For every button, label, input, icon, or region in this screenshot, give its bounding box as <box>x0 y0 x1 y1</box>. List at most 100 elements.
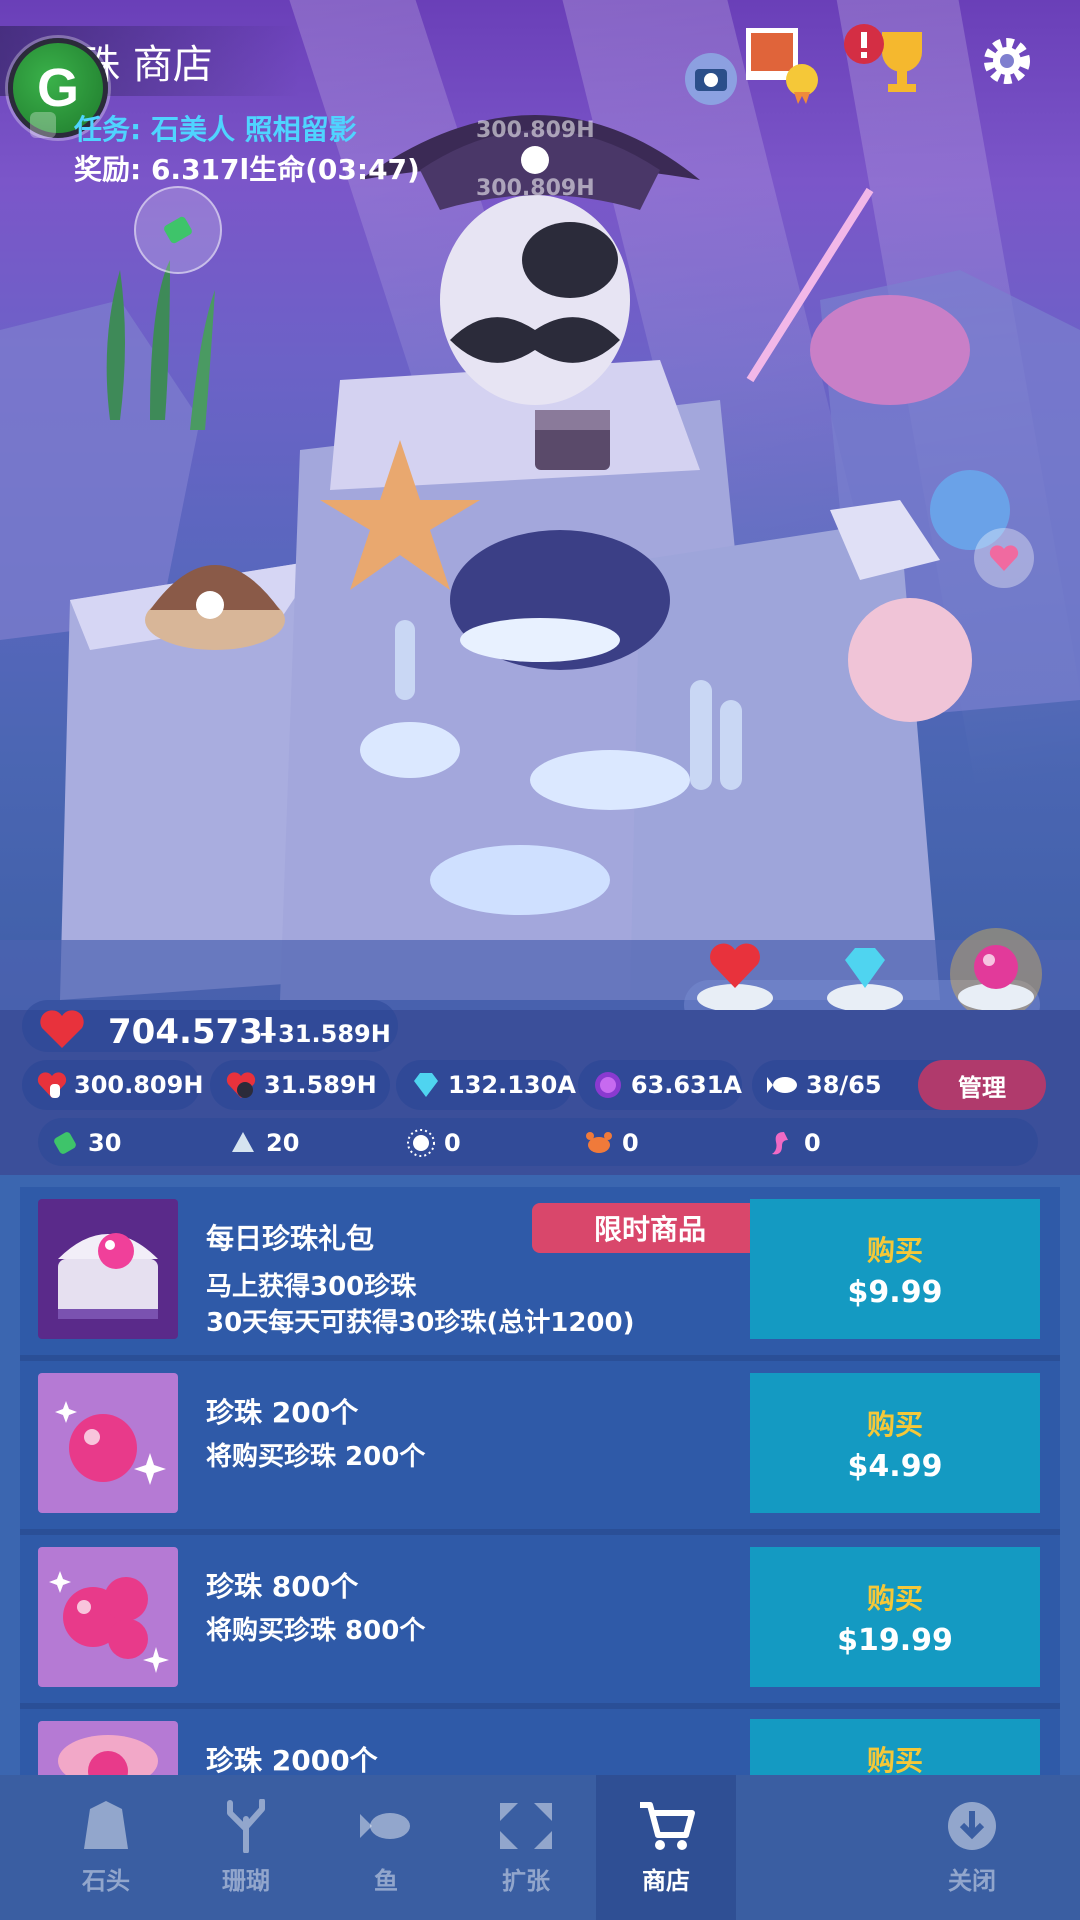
heart-tap-icon <box>36 1068 68 1102</box>
item-name: 珍珠 800个 <box>206 1570 359 1603</box>
diamond-clam-icon <box>827 948 903 1010</box>
rock-icon <box>84 1801 128 1849</box>
shop-list[interactable]: 每日珍珠礼包 限时商品 马上获得300珍珠 30天每天可获得30珍珠(总计120… <box>0 1175 1080 1775</box>
buy-label: 购买 <box>866 1744 923 1775</box>
heart-clam-icon <box>697 943 773 1010</box>
manage-button[interactable]: 管理 <box>918 1060 1046 1110</box>
heart-bubble-button[interactable] <box>974 528 1034 588</box>
buy-button[interactable]: 购买 $19.99 <box>750 1547 1040 1687</box>
tab-close[interactable]: 关闭 <box>902 1775 1042 1920</box>
shop-item: 珍珠 2000个 购买 <box>20 1709 1060 1775</box>
heart-icon <box>40 1010 84 1048</box>
item-desc-line: 马上获得300珍珠 <box>206 1272 417 1302</box>
auto-life-value: 31.589H <box>264 1071 377 1099</box>
item-name: 珍珠 200个 <box>206 1396 359 1429</box>
collectible-count: 0 <box>804 1129 821 1157</box>
tap-life-value: 300.809H <box>74 1071 204 1099</box>
shop-item: 珍珠 800个 将购买珍珠 800个 购买 $19.99 <box>20 1535 1060 1709</box>
tab-shop[interactable]: 商店 <box>596 1775 736 1920</box>
quest-icon <box>30 112 56 138</box>
price: $19.99 <box>837 1622 953 1658</box>
price: $9.99 <box>847 1274 943 1310</box>
tab-label: 扩张 <box>502 1867 550 1895</box>
tab-rock[interactable]: 石头 <box>36 1775 176 1920</box>
diamond-clam-button[interactable] <box>820 930 910 1010</box>
white-shell-icon <box>232 1132 254 1152</box>
camera-button[interactable] <box>676 44 746 114</box>
expand-icon <box>500 1803 552 1849</box>
floating-life-value: 300.809H <box>476 118 595 143</box>
photo-badge-icon <box>746 28 818 104</box>
settings-button[interactable] <box>972 26 1042 96</box>
tab-label: 珊瑚 <box>222 1867 270 1895</box>
fish-icon <box>766 1068 800 1102</box>
collectible-count: 20 <box>266 1129 300 1157</box>
item-description: 马上获得300珍珠 30天每天可获得30珍珠(总计1200) <box>206 1269 635 1341</box>
tab-label: 石头 <box>82 1867 130 1895</box>
item-name: 每日珍珠礼包 <box>206 1222 375 1255</box>
cart-icon <box>640 1802 695 1850</box>
reward-text: 奖励: 6.317l生命(03:47) <box>74 153 420 186</box>
item-description: 将购买珍珠 200个 <box>206 1442 426 1472</box>
tab-expand[interactable]: 扩张 <box>456 1775 596 1920</box>
gear-icon <box>984 38 1030 84</box>
collectible-count: 0 <box>622 1129 639 1157</box>
crab-icon <box>586 1132 612 1153</box>
pearls-icon <box>38 1721 178 1775</box>
buy-button[interactable]: 购买 $4.99 <box>750 1373 1040 1513</box>
pearl-icon <box>592 1068 625 1102</box>
camera-icon <box>685 53 737 105</box>
diamond-value: 132.130A <box>448 1071 576 1099</box>
limited-badge: 限时商品 <box>532 1203 768 1253</box>
buy-button[interactable]: 购买 $9.99 <box>750 1199 1040 1339</box>
pearl-clam-button[interactable] <box>950 928 1042 1010</box>
collectibles-row <box>38 1118 1038 1166</box>
green-coral-icon <box>54 1132 76 1154</box>
heart-clam-button[interactable] <box>690 930 780 1010</box>
close-down-icon <box>948 1802 996 1850</box>
tab-label: 鱼 <box>374 1867 398 1895</box>
item-desc-line: 30天每天可获得30珍珠(总计1200) <box>206 1308 635 1338</box>
pearl-clam-icon <box>958 945 1034 1010</box>
heart-icon <box>989 545 1019 571</box>
quest-text[interactable]: 任务: 石美人 照相留影 <box>74 108 357 148</box>
bottom-nav: 石头 珊瑚 鱼 扩张 商店 关闭 <box>0 1775 1080 1920</box>
buy-label: 购买 <box>866 1233 923 1267</box>
treasure-chest-icon <box>38 1199 178 1339</box>
green-coral-icon <box>164 216 192 244</box>
price: $4.99 <box>847 1448 943 1484</box>
buy-label: 购买 <box>866 1581 923 1615</box>
tab-coral[interactable]: 珊瑚 <box>176 1775 316 1920</box>
tap-life-stat: 300.809H <box>22 1060 204 1110</box>
seahorse-icon <box>772 1132 788 1155</box>
collectible-count: 30 <box>88 1129 122 1157</box>
pearl-value: 63.631A <box>630 1071 742 1099</box>
collectible-white-shell: 20 <box>228 1128 299 1158</box>
diamond-stat: 132.130A <box>396 1060 576 1110</box>
buy-button[interactable]: 购买 <box>750 1719 1040 1775</box>
trophy-button[interactable] <box>842 22 932 102</box>
pearl-stat: 63.631A <box>578 1060 742 1110</box>
shop-item: 每日珍珠礼包 限时商品 马上获得300珍珠 30天每天可获得30珍珠(总计120… <box>20 1187 1060 1361</box>
album-button[interactable] <box>742 24 822 104</box>
heart-timer-icon <box>224 1068 258 1102</box>
collectible-sea-urchin: 0 <box>406 1128 461 1158</box>
life-rate-value: +31.589H <box>258 1020 391 1048</box>
auto-life-stat: 31.589H <box>210 1060 390 1110</box>
shop-item: 珍珠 200个 将购买珍珠 200个 购买 $4.99 <box>20 1361 1060 1535</box>
buy-label: 购买 <box>866 1407 923 1441</box>
tab-fish[interactable]: 鱼 <box>316 1775 456 1920</box>
pearls-icon <box>38 1373 178 1513</box>
life-total-value: 704.573l <box>108 1012 275 1052</box>
sea-urchin-icon <box>407 1129 435 1157</box>
collectible-count: 0 <box>444 1129 461 1157</box>
trophy-icon <box>844 24 922 92</box>
fish-icon <box>360 1813 410 1839</box>
tab-label: 关闭 <box>948 1867 996 1895</box>
diamond-icon <box>410 1068 442 1102</box>
pearls-icon <box>38 1547 178 1687</box>
collectible-green-coral: 30 <box>50 1128 121 1158</box>
coral-bubble-button[interactable] <box>134 186 222 274</box>
item-name: 珍珠 2000个 <box>206 1744 378 1775</box>
fish-count-value: 38/65 <box>806 1071 882 1099</box>
